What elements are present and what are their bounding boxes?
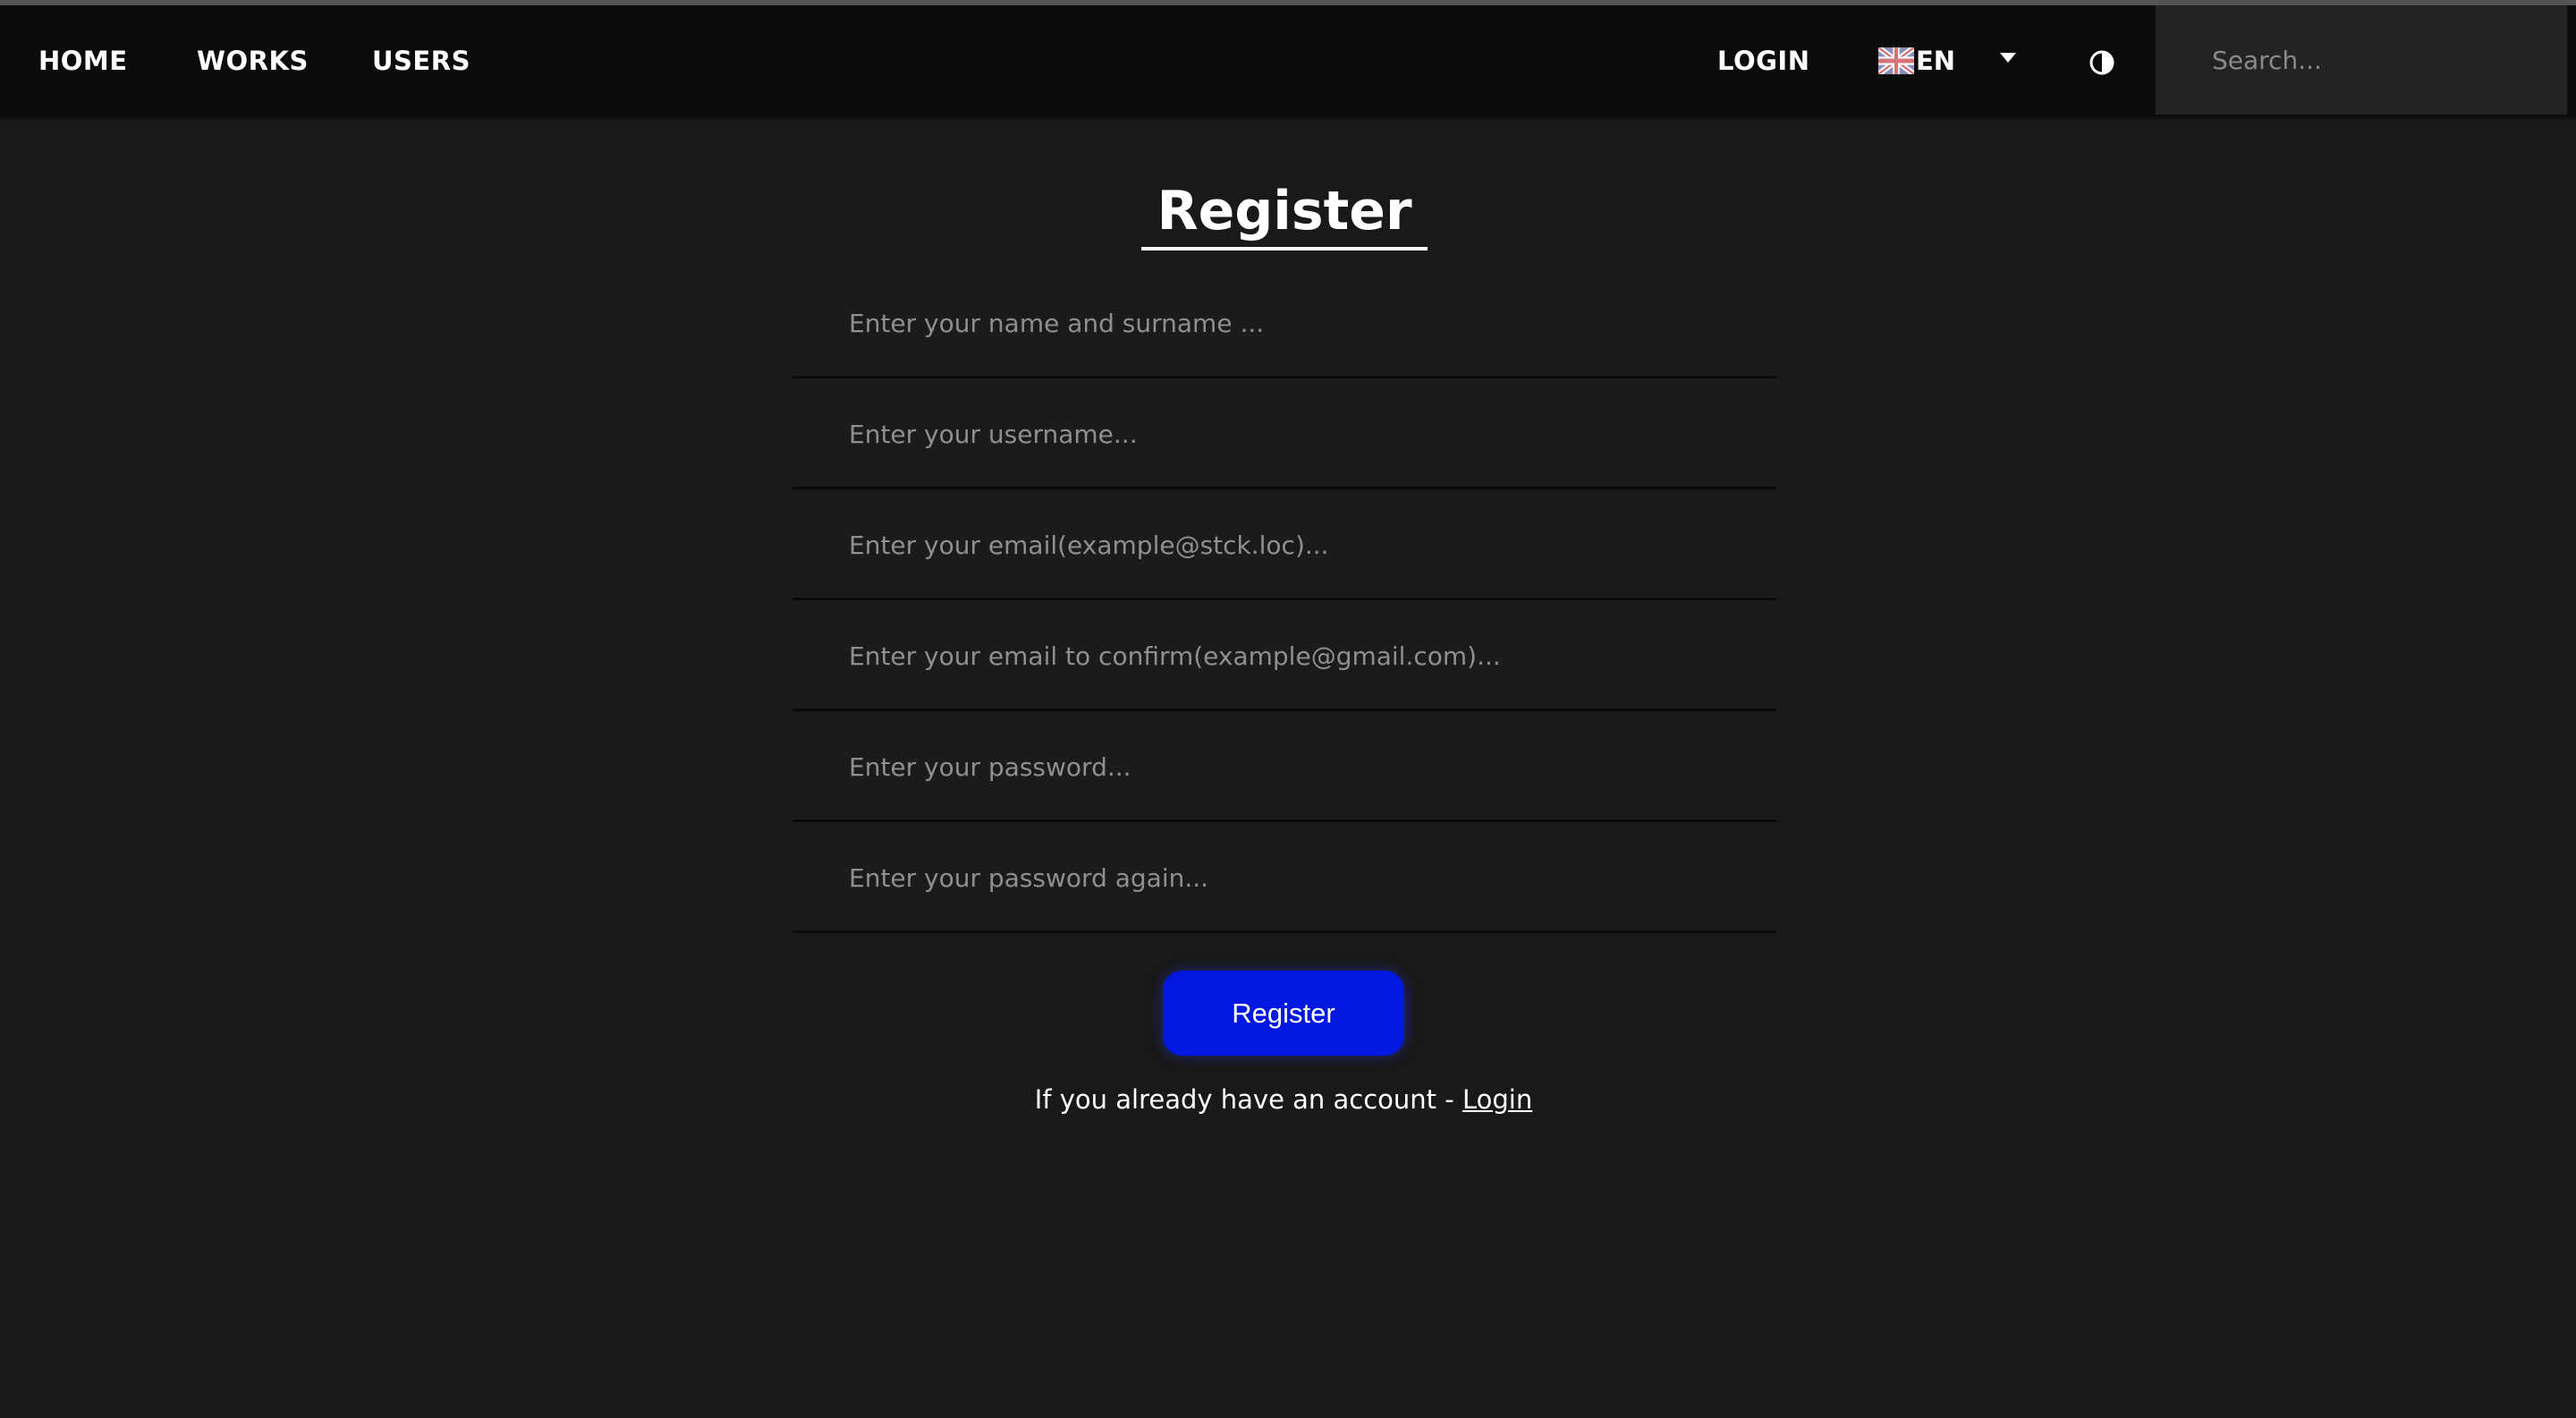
title-underline xyxy=(1141,247,1428,250)
nav-users-link[interactable]: USERS xyxy=(372,5,470,116)
password-input[interactable] xyxy=(792,714,1776,822)
search-input[interactable] xyxy=(2156,5,2567,115)
register-button[interactable]: Register xyxy=(1163,971,1404,1056)
name-surname-input[interactable] xyxy=(792,270,1776,378)
language-code: EN xyxy=(1916,46,1956,76)
nav-login-link[interactable]: LOGIN xyxy=(1717,5,1809,116)
caret-down-icon[interactable] xyxy=(2000,53,2016,63)
email-confirm-input[interactable] xyxy=(792,603,1776,711)
language-selector[interactable]: EN xyxy=(1878,5,1955,116)
login-prompt-text: If you already have an account - xyxy=(1034,1084,1462,1115)
uk-flag-icon xyxy=(1878,47,1914,74)
page-title: Register xyxy=(1157,180,1412,242)
nav-works-link[interactable]: WORKS xyxy=(197,5,309,116)
login-link[interactable]: Login xyxy=(1462,1084,1532,1115)
password-confirm-input[interactable] xyxy=(792,825,1776,933)
username-input[interactable] xyxy=(792,381,1776,489)
contrast-icon[interactable] xyxy=(2089,49,2115,76)
nav-home-link[interactable]: HOME xyxy=(38,5,128,116)
page-title-container: Register xyxy=(1141,175,1428,247)
email-input[interactable] xyxy=(792,492,1776,600)
login-prompt: If you already have an account - Login xyxy=(0,1084,2567,1115)
